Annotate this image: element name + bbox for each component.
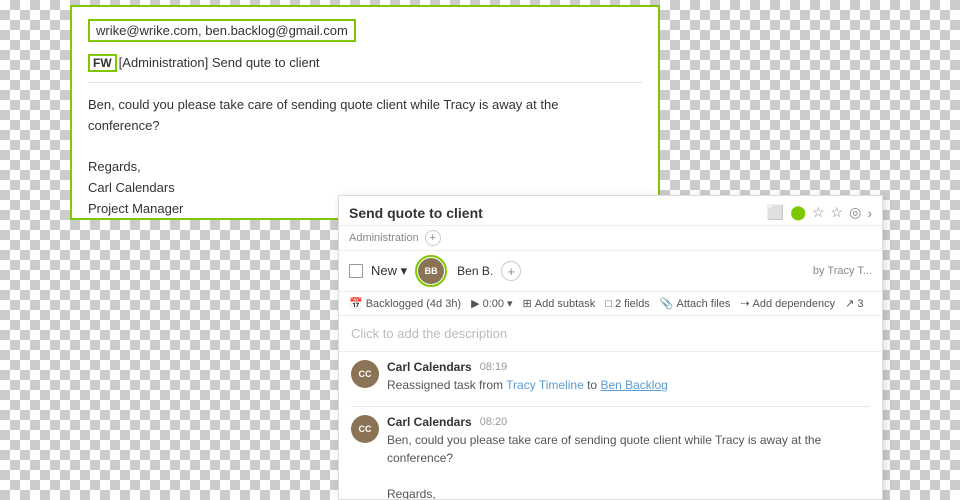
comment-1-text: Reassigned task from Tracy Timeline to B… bbox=[387, 376, 870, 394]
email-body-line2: conference? bbox=[88, 116, 642, 137]
comment-2: CC Carl Calendars 08:20 Ben, could you p… bbox=[351, 415, 870, 499]
task-checkbox[interactable] bbox=[349, 264, 363, 278]
comment-1: CC Carl Calendars 08:19 Reassigned task … bbox=[351, 360, 870, 394]
task-header: Send quote to client ⬜ ⬤ ☆ ☆ ◎ › bbox=[339, 196, 882, 226]
assignee-avatar-wrapper[interactable]: BB bbox=[415, 255, 447, 287]
time-text: 0:00 bbox=[483, 298, 504, 310]
comment-2-text: Ben, could you please take care of sendi… bbox=[387, 431, 870, 499]
task-meta-bar: 📅 Backlogged (4d 3h) ▶ 0:00 ▾ ⊞ Add subt… bbox=[339, 292, 882, 316]
created-by: by Tracy T... bbox=[813, 265, 872, 277]
comment-2-author: Carl Calendars bbox=[387, 415, 472, 429]
email-subject: FW[Administration] Send qute to client bbox=[88, 54, 642, 83]
task-panel: Send quote to client ⬜ ⬤ ☆ ☆ ◎ › Adminis… bbox=[338, 195, 883, 500]
fields-icon: □ bbox=[605, 298, 612, 310]
task-header-icons: ⬜ ⬤ ☆ ☆ ◎ › bbox=[767, 204, 872, 221]
tag-icon[interactable]: ⬤ bbox=[790, 204, 806, 221]
attach-files-btn[interactable]: 📎 Attach files bbox=[660, 297, 731, 310]
add-dependency-btn[interactable]: ⇢ Add dependency bbox=[740, 297, 835, 310]
rss-icon[interactable]: ◎ bbox=[849, 204, 861, 221]
star-outline-icon[interactable]: ☆ bbox=[831, 204, 844, 221]
task-comments: CC Carl Calendars 08:19 Reassigned task … bbox=[339, 352, 882, 499]
from-link[interactable]: Tracy Timeline bbox=[506, 378, 584, 392]
subtask-icon: ⊞ bbox=[523, 297, 532, 310]
comment-1-content: Carl Calendars 08:19 Reassigned task fro… bbox=[387, 360, 870, 394]
window-icon[interactable]: ⬜ bbox=[767, 204, 784, 221]
star-icon[interactable]: ☆ bbox=[812, 204, 825, 221]
assignee-label: Ben B. bbox=[457, 264, 493, 278]
task-title: Send quote to client bbox=[349, 205, 767, 221]
paperclip-icon: 📎 bbox=[660, 297, 674, 310]
comment-2-header: Carl Calendars 08:20 bbox=[387, 415, 870, 429]
task-description[interactable]: Click to add the description bbox=[339, 316, 882, 352]
comment-divider bbox=[351, 406, 870, 407]
email-body-line1: Ben, could you please take care of sendi… bbox=[88, 95, 642, 116]
fw-badge: FW bbox=[88, 54, 117, 72]
play-icon: ▶ bbox=[471, 297, 479, 310]
comment-1-author: Carl Calendars bbox=[387, 360, 472, 374]
comment-2-content: Carl Calendars 08:20 Ben, could you plea… bbox=[387, 415, 870, 499]
task-toolbar: New ▾ BB Ben B. + by Tracy T... bbox=[339, 251, 882, 292]
fields-btn[interactable]: □ 2 fields bbox=[605, 298, 650, 310]
share-btn[interactable]: ↗ 3 bbox=[845, 297, 863, 310]
comment-2-avatar: CC bbox=[351, 415, 379, 443]
task-breadcrumb: Administration + bbox=[339, 226, 882, 251]
task-status[interactable]: 📅 Backlogged (4d 3h) bbox=[349, 297, 461, 310]
calendar-icon: 📅 bbox=[349, 297, 363, 310]
add-subtask-btn[interactable]: ⊞ Add subtask bbox=[523, 297, 596, 310]
comment-2-time: 08:20 bbox=[480, 416, 508, 428]
task-play[interactable]: ▶ 0:00 ▾ bbox=[471, 297, 512, 310]
status-text: Backlogged (4d 3h) bbox=[366, 298, 461, 310]
comment-1-time: 08:19 bbox=[480, 361, 508, 373]
share-icon: ↗ bbox=[845, 297, 854, 310]
email-panel: wrike@wrike.com, ben.backlog@gmail.com F… bbox=[70, 5, 660, 220]
assignee-avatar: BB bbox=[418, 258, 444, 284]
email-to-field: wrike@wrike.com, ben.backlog@gmail.com bbox=[88, 19, 356, 42]
new-button[interactable]: New ▾ bbox=[371, 263, 407, 279]
chevron-down-icon: ▾ bbox=[507, 297, 513, 310]
email-subject-text: [Administration] Send qute to client bbox=[119, 55, 320, 70]
comment-1-avatar: CC bbox=[351, 360, 379, 388]
add-breadcrumb-button[interactable]: + bbox=[425, 230, 441, 246]
more-icon[interactable]: › bbox=[867, 205, 872, 221]
dependency-icon: ⇢ bbox=[740, 297, 749, 310]
add-assignee-button[interactable]: + bbox=[501, 261, 521, 281]
breadcrumb-text[interactable]: Administration bbox=[349, 232, 419, 244]
email-regards: Regards, bbox=[88, 157, 642, 178]
to-link[interactable]: Ben Backlog bbox=[600, 378, 667, 392]
comment-1-header: Carl Calendars 08:19 bbox=[387, 360, 870, 374]
